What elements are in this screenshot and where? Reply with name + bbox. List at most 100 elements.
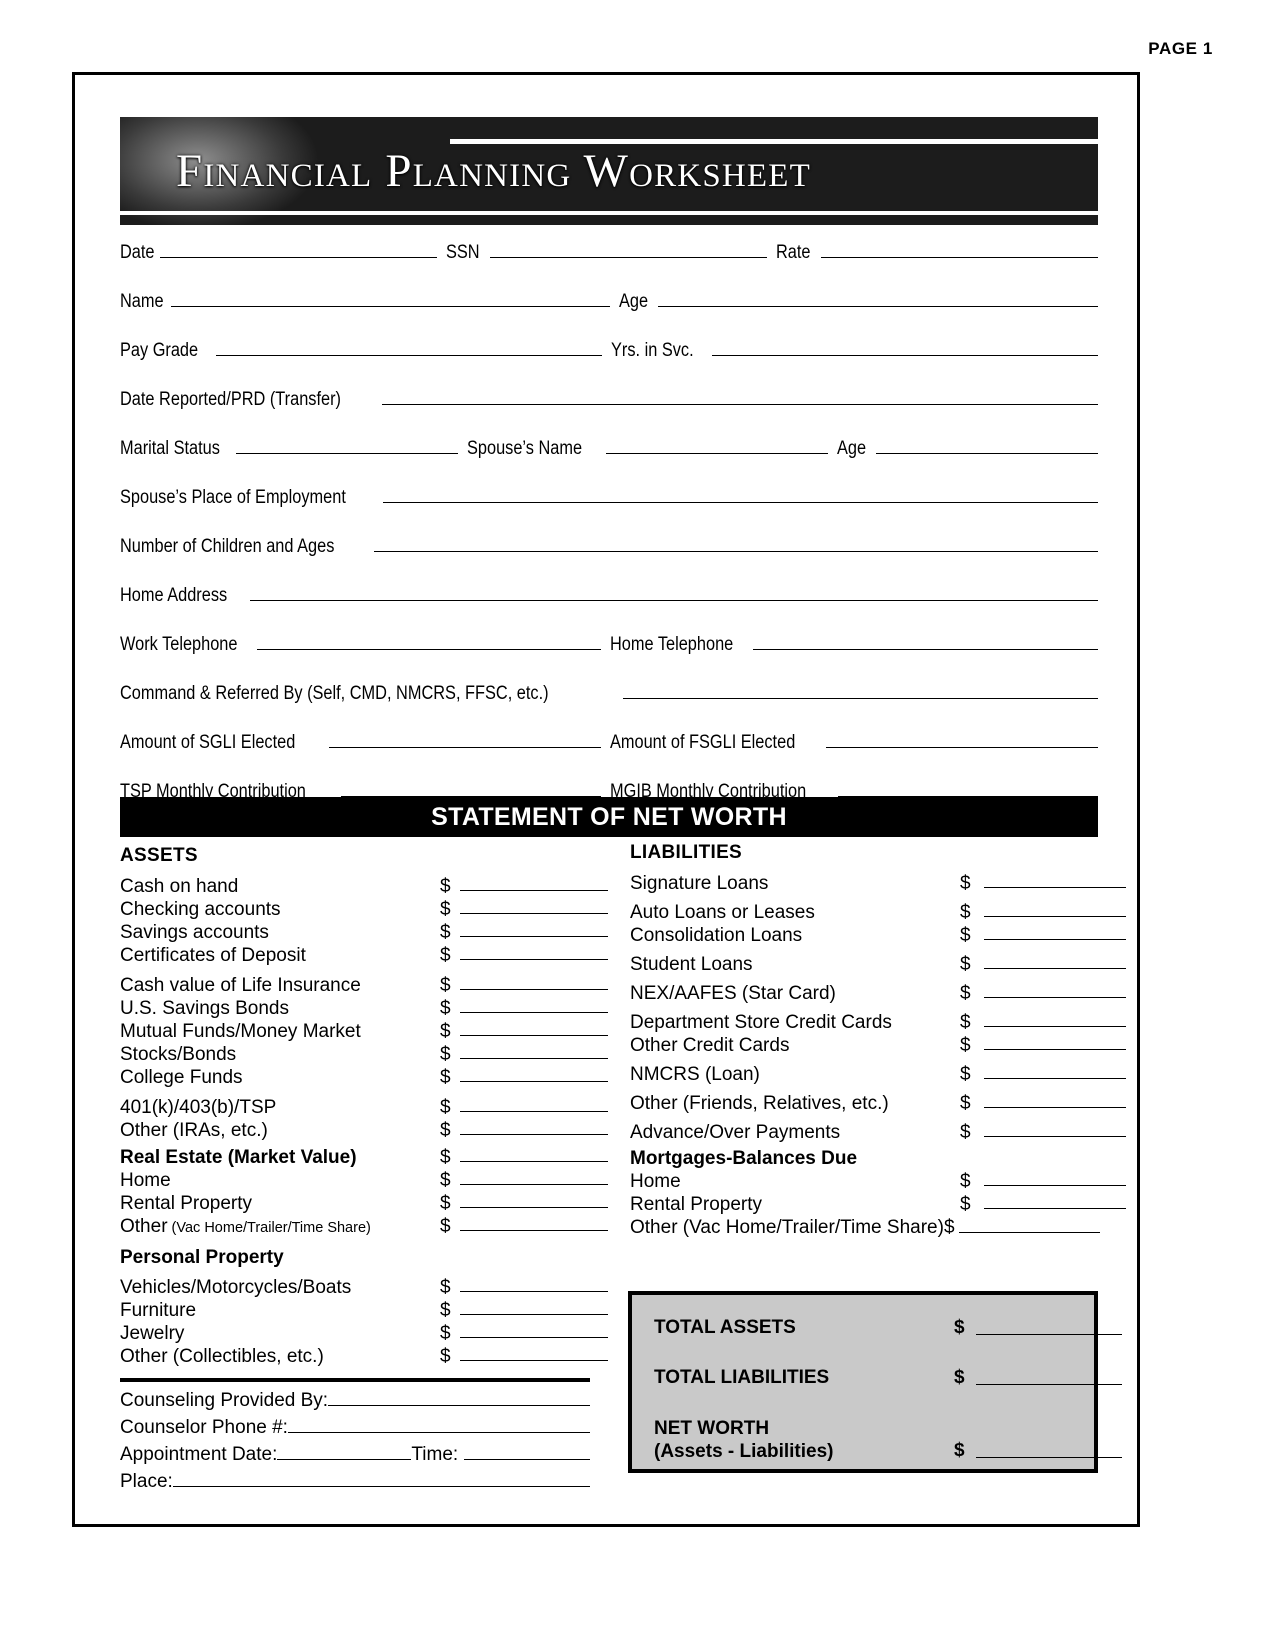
money-line-input[interactable] <box>460 997 608 1013</box>
field-input-line[interactable] <box>249 586 1098 601</box>
money-line-label: 401(k)/403(b)/TSP <box>120 1097 277 1118</box>
money-line-input[interactable] <box>460 1119 608 1135</box>
counseling-label: Counseling Provided By: <box>120 1390 329 1411</box>
money-line-input[interactable] <box>958 1217 1100 1233</box>
money-line-input[interactable] <box>460 1276 608 1292</box>
field-input-line[interactable] <box>341 782 602 797</box>
money-line-input[interactable] <box>460 1066 608 1082</box>
field-label: Pay Grade <box>120 340 199 361</box>
money-line-input[interactable] <box>984 1193 1126 1209</box>
field-input-line[interactable] <box>374 537 1098 552</box>
money-line-input[interactable] <box>460 1215 608 1231</box>
field-input-line[interactable] <box>753 635 1099 650</box>
money-line-label: Department Store Credit Cards <box>630 1012 892 1033</box>
info-row: Pay Grade Yrs. in Svc. <box>120 341 1098 361</box>
total-liabilities-input[interactable] <box>976 1383 1122 1385</box>
money-line-label: Certificates of Deposit <box>120 945 306 966</box>
money-line-input[interactable] <box>460 974 608 990</box>
money-line-input[interactable] <box>460 1299 608 1315</box>
money-line: Home $ <box>630 1170 1126 1193</box>
field-input-line[interactable] <box>160 243 438 258</box>
field-label: Spouse’s Name <box>467 438 583 459</box>
field-input-line[interactable] <box>825 733 1099 748</box>
money-line-label: Home <box>630 1171 681 1192</box>
money-line: Home $ <box>120 1169 608 1192</box>
currency-symbol: $ <box>440 1216 451 1237</box>
currency-symbol: $ <box>440 876 451 897</box>
field-input-line[interactable] <box>328 733 602 748</box>
money-line-label: Advance/Over Payments <box>630 1122 841 1143</box>
personal-info-section: Date SSN Rate Name Age Pay Grade Yrs. in Svc. D… <box>120 243 1099 831</box>
field-input-line[interactable] <box>838 782 1098 797</box>
field-input-line[interactable] <box>711 341 1098 356</box>
field-input-line[interactable] <box>382 488 1098 503</box>
field-input-line[interactable] <box>490 243 767 258</box>
money-line-input[interactable] <box>460 1096 608 1112</box>
money-line-input[interactable] <box>460 1020 608 1036</box>
money-line-input[interactable] <box>984 1170 1126 1186</box>
money-line-input[interactable] <box>460 1322 608 1338</box>
money-line-input[interactable] <box>984 953 1126 969</box>
currency-symbol: $ <box>440 1346 451 1367</box>
money-line-label: Other (Vac Home/Trailer/Time Share) <box>630 1217 944 1238</box>
money-line: Vehicles/Motorcycles/Boats $ <box>120 1276 608 1299</box>
field-input-line[interactable] <box>236 439 459 454</box>
field-input-line[interactable] <box>623 684 1098 699</box>
counseling-input-line[interactable] <box>328 1391 590 1406</box>
money-line-label: Checking accounts <box>120 899 281 920</box>
counseling-input-line[interactable] <box>287 1418 590 1433</box>
liabilities-list: Signature Loans $ Auto Loans or Leases $ Con… <box>630 872 1126 1239</box>
money-line-input[interactable] <box>460 1043 608 1059</box>
total-assets-input[interactable] <box>976 1333 1122 1335</box>
currency-symbol: $ <box>960 954 971 975</box>
net-worth-input[interactable] <box>976 1456 1122 1458</box>
subsection-heading: Personal Property <box>120 1247 284 1268</box>
money-line: Mutual Funds/Money Market $ <box>120 1020 608 1043</box>
currency-symbol: $ <box>440 1147 451 1168</box>
counseling-input-line-secondary[interactable] <box>464 1445 590 1460</box>
money-line-input[interactable] <box>984 1121 1126 1137</box>
worksheet-title: Financial Planning Worksheet <box>176 145 811 197</box>
field-input-line[interactable] <box>215 341 602 356</box>
field-label: Age <box>837 438 867 459</box>
currency-symbol: $ <box>440 1277 451 1298</box>
money-line-input[interactable] <box>984 872 1126 888</box>
money-line-input[interactable] <box>460 944 608 960</box>
money-line-input[interactable] <box>984 1034 1126 1050</box>
currency-symbol: $ <box>440 1067 451 1088</box>
field-input-line[interactable] <box>658 292 1098 307</box>
field-input-line[interactable] <box>256 635 602 650</box>
field-input-line[interactable] <box>170 292 611 307</box>
field-input-line[interactable] <box>821 243 1098 258</box>
money-line-input[interactable] <box>460 1192 608 1208</box>
counseling-input-line[interactable] <box>277 1445 412 1460</box>
currency-symbol: $ <box>954 1317 965 1338</box>
field-label: Name <box>120 291 164 312</box>
field-input-line[interactable] <box>606 439 829 454</box>
field-label: Number of Children and Ages <box>120 536 335 557</box>
field-input-line[interactable] <box>381 390 1098 405</box>
money-line-input[interactable] <box>460 898 608 914</box>
money-line-input[interactable] <box>984 1063 1126 1079</box>
money-line-input[interactable] <box>460 921 608 937</box>
money-line-input[interactable] <box>460 875 608 891</box>
money-line-input[interactable] <box>984 1092 1126 1108</box>
money-line-input[interactable] <box>460 1169 608 1185</box>
money-line-label: NMCRS (Loan) <box>630 1064 760 1085</box>
money-line-input[interactable] <box>984 982 1126 998</box>
total-assets-label: TOTAL ASSETS <box>654 1317 796 1338</box>
counseling-input-line[interactable] <box>172 1472 590 1487</box>
money-line-input[interactable] <box>984 1011 1126 1027</box>
field-label: Home Address <box>120 585 228 606</box>
field-label: Command & Referred By (Self, CMD, NMCRS,… <box>120 683 549 704</box>
money-line-input[interactable] <box>460 1345 608 1361</box>
money-line-input[interactable] <box>460 1146 608 1162</box>
counseling-row: Appointment Date: Time: <box>120 1444 590 1465</box>
money-line-input[interactable] <box>984 901 1126 917</box>
field-input-line[interactable] <box>875 439 1098 454</box>
money-line-input[interactable] <box>984 924 1126 940</box>
field-label: Age <box>619 291 649 312</box>
currency-symbol: $ <box>440 975 451 996</box>
currency-symbol: $ <box>960 925 971 946</box>
